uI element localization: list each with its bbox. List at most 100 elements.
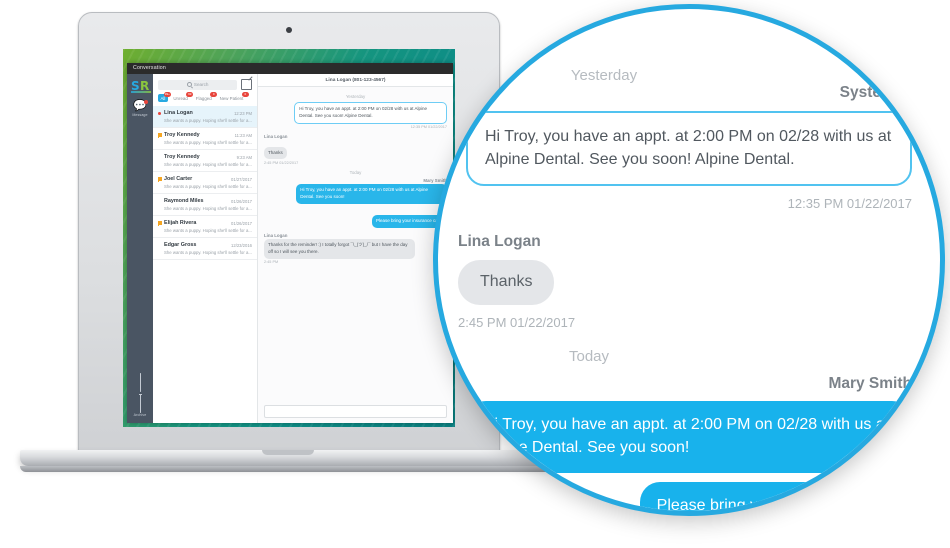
zoom-message-bubble: Hi Troy, you have an appt. at 2:00 PM on… (466, 111, 912, 187)
message-incoming: Lina Logan Thanks for the reminder! :) I… (264, 232, 447, 264)
magnifier-circle: Yesterday System M Hi Troy, you have an … (433, 4, 945, 516)
zoom-message-outgoing: Mary Smith Hi Troy, you have an appt. at… (466, 375, 912, 473)
message-system: Hi Troy, you have an appt. at 2:00 PM on… (264, 102, 447, 129)
thread-panel: Lina Logan (801-123-4567) Yesterday Hi T… (258, 74, 453, 423)
list-item[interactable]: Joel Carter 01/27/2017 She wants a puppy… (153, 172, 257, 195)
zoom-message-bubble: Thanks (458, 260, 555, 306)
message-sender: Lina Logan (264, 232, 288, 238)
date-separator-yesterday: Yesterday (345, 94, 366, 99)
message-timestamp: 2:45 PM (264, 260, 279, 264)
message-bubble: Thanks (264, 146, 287, 160)
list-item-preview: She wants a puppy. Hoping she'll settle … (164, 228, 252, 234)
filter-tab-all[interactable]: All 99+ (158, 91, 171, 103)
message-bubble: Thanks for the reminder! :) I totally fo… (264, 239, 415, 259)
list-item-name: Raymond Miles (164, 198, 204, 205)
conversation-list-panel: Search All 99+ Unread 99 Flagged 0 New P… (153, 74, 258, 423)
sidebar-item-archive[interactable]: Archive (127, 373, 153, 417)
list-item[interactable]: Troy Kennedy 11:23 AM She wants a puppy.… (153, 128, 257, 151)
message-bubble: Hi Troy, you have an appt. at 2:00 PM on… (296, 184, 447, 204)
list-item-preview: She wants a puppy. Hoping she'll settle … (164, 118, 252, 124)
search-row: Search (153, 74, 257, 93)
filter-tab-unread-badge: 99 (186, 91, 194, 97)
date-separator-today: Today (349, 169, 362, 175)
search-icon (186, 81, 192, 88)
message-badge-dot (144, 100, 148, 104)
message-timestamp: 12:35 PM 01/22/2017 (410, 125, 447, 129)
compose-icon[interactable] (241, 79, 252, 90)
filter-tabs: All 99+ Unread 99 Flagged 0 New Patient … (153, 91, 257, 106)
list-item-preview: She wants a puppy. Hoping she'll settle … (164, 184, 252, 190)
list-item-time: 12:23 PM (234, 110, 252, 116)
app-window: Conversation S R 💬 Message Archive Searc… (127, 63, 453, 423)
flag-icon (158, 221, 162, 228)
filter-tab-flagged-badge: 0 (210, 91, 218, 97)
list-item[interactable]: Edgar Gross 12/23/2016 She wants a puppy… (153, 238, 257, 261)
message-composer-input[interactable] (264, 405, 447, 418)
list-item-preview: She wants a puppy. Hoping she'll settle … (164, 206, 252, 212)
solutionreach-logo: S R (131, 80, 151, 94)
webcam-icon (286, 27, 292, 33)
list-item-time: 01/26/2017 (231, 220, 252, 226)
window-titlebar: Conversation (127, 63, 453, 74)
list-item-preview: She wants a puppy. Hoping she'll settle … (164, 162, 252, 168)
zoom-message-timestamp: 2:45 PM 01/22/2017 (458, 315, 576, 331)
thread-messages: Yesterday Hi Troy, you have an appt. at … (258, 86, 453, 405)
zoom-message-bubble: Hi Troy, you have an appt. at 2:00 PM on… (466, 401, 912, 473)
filter-tab-new-patient-badge: 0 (241, 91, 249, 97)
zoom-message-outgoing: Please bring your insurance card. 12:3 (466, 481, 912, 511)
laptop-notch (262, 450, 314, 455)
filter-tab-new-patient[interactable]: New Patient 0 (217, 91, 249, 102)
zoom-date-separator-today: Today (568, 348, 610, 366)
list-item[interactable]: Lina Logan 12:23 PM She wants a puppy. H… (153, 106, 257, 129)
search-placeholder: Search (193, 82, 209, 87)
list-item-name: Joel Carter (164, 176, 193, 183)
search-input[interactable]: Search (158, 79, 237, 90)
zoom-message-system: System M Hi Troy, you have an appt. at 2… (466, 84, 912, 211)
list-item-preview: She wants a puppy. Hoping she'll settle … (164, 140, 252, 146)
speech-bubble-icon: 💬 (133, 100, 147, 112)
list-item[interactable]: Raymond Miles 01/26/2017 She wants a pup… (153, 194, 257, 217)
list-item-name: Troy Kennedy (164, 132, 200, 139)
unread-dot-icon (158, 111, 161, 115)
message-outgoing: Please bring your insurance card. (264, 209, 447, 228)
app-body: S R 💬 Message Archive Search All 99+ Unr… (127, 74, 453, 423)
list-item-name: Edgar Gross (164, 242, 197, 249)
message-incoming: Lina Logan Thanks 2:45 PM 01/22/2017 (264, 134, 447, 165)
zoom-date-separator-yesterday: Yesterday (570, 67, 638, 84)
filter-tab-flagged[interactable]: Flagged 0 (193, 91, 218, 102)
message-outgoing: Mary Smith Hi Troy, you have an appt. at… (264, 178, 447, 204)
sidebar-item-message-label: Message (132, 113, 148, 117)
flag-icon (158, 177, 162, 184)
filter-tab-unread-label: Unread (173, 95, 188, 101)
message-sender: Mary Smith (423, 177, 447, 183)
list-item[interactable]: Troy Kennedy 9:23 AM She wants a puppy. … (153, 150, 257, 173)
message-sender: Lina Logan (264, 134, 288, 139)
list-item-name: Troy Kennedy (164, 154, 200, 161)
thread-contact-name: Lina Logan (801-123-4567) (325, 77, 386, 83)
zoom-message-sender: Mary Smith (828, 375, 912, 393)
list-item-time: 11:23 AM (234, 132, 252, 138)
list-item-name: Elijah Rivera (164, 220, 197, 227)
list-item-time: 01/26/2017 (231, 198, 252, 204)
laptop-screen: Conversation S R 💬 Message Archive Searc… (123, 49, 455, 427)
archive-box-icon (127, 373, 153, 413)
message-bubble: Hi Troy, you have an appt. at 2:00 PM on… (294, 102, 447, 124)
filter-tab-new-patient-label: New Patient (219, 95, 244, 101)
flag-icon (158, 133, 162, 140)
filter-tab-unread[interactable]: Unread 99 (171, 91, 194, 102)
sidebar-item-message[interactable]: 💬 Message (127, 100, 153, 117)
list-item-name: Lina Logan (164, 110, 193, 117)
message-timestamp: 2:45 PM 01/22/2017 (264, 160, 299, 165)
zoom-message-sender: Lina Logan (458, 233, 541, 251)
zoom-message-bubble: Please bring your insurance card. (639, 481, 912, 511)
filter-tab-flagged-label: Flagged (195, 95, 212, 101)
zoom-message-timestamp: 12:35 PM 01/22/2017 (787, 196, 912, 212)
list-item-preview: She wants a puppy. Hoping she'll settle … (164, 250, 252, 256)
left-nav-rail: S R 💬 Message Archive (127, 74, 153, 423)
logo-tagline (131, 91, 151, 93)
list-item-time: 01/27/2017 (231, 176, 252, 182)
list-item[interactable]: Elijah Rivera 01/26/2017 She wants a pup… (153, 216, 257, 239)
zoom-message-sender: System M (839, 84, 912, 101)
filter-tab-all-badge: 99+ (163, 91, 171, 97)
list-item-time: 9:23 AM (236, 154, 252, 160)
